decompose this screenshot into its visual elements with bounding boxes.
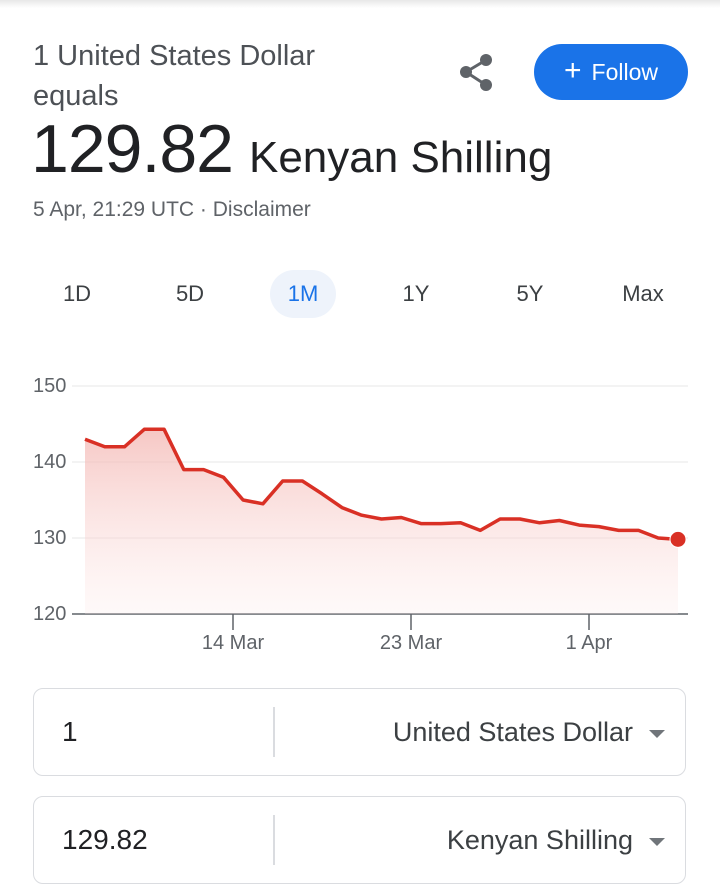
dropdown-caret-icon[interactable] (649, 838, 665, 846)
y-tick-label: 120 (33, 603, 66, 625)
equals-label: 1 United States Dollar equals (33, 40, 316, 112)
meta-separator: · (194, 198, 213, 221)
tab-1m[interactable]: 1M (270, 270, 336, 318)
y-tick-label: 140 (33, 451, 66, 473)
tab-5d[interactable]: 5D (157, 270, 223, 318)
to-currency-select[interactable]: Kenyan Shilling (447, 797, 633, 883)
field-divider (273, 707, 275, 757)
from-currency-field: 1 United States Dollar (33, 688, 686, 776)
tab-max[interactable]: Max (610, 270, 676, 318)
plus-icon: + (564, 53, 582, 87)
to-amount-input[interactable]: 129.82 (62, 797, 148, 883)
to-currency-field: 129.82 Kenyan Shilling (33, 796, 686, 884)
top-divider (0, 0, 720, 8)
disclaimer-link[interactable]: Disclaimer (213, 198, 311, 221)
from-amount-input[interactable]: 1 (62, 689, 78, 775)
tab-5y[interactable]: 5Y (497, 270, 563, 318)
share-icon[interactable] (456, 50, 502, 96)
x-tick-label: 23 Mar (380, 632, 443, 654)
timestamp: 5 Apr, 21:29 UTC (33, 198, 195, 221)
target-currency-name: Kenyan Shilling (248, 133, 553, 182)
y-tick-label: 150 (33, 375, 66, 397)
from-currency-select[interactable]: United States Dollar (393, 689, 633, 775)
dropdown-caret-icon[interactable] (649, 730, 665, 738)
follow-button[interactable]: + Follow (534, 44, 688, 100)
tab-1d[interactable]: 1D (44, 270, 110, 318)
rate-display: 129.82 Kenyan Shilling (31, 110, 552, 188)
chart-area-fill (85, 429, 678, 614)
tab-1y[interactable]: 1Y (383, 270, 449, 318)
x-tick-label: 14 Mar (202, 632, 265, 654)
rate-value: 129.82 (31, 111, 234, 187)
price-chart[interactable]: 150 140 130 120 14 Mar 23 Mar 1 Apr (0, 360, 720, 660)
chart-last-point (669, 530, 687, 548)
field-divider (273, 815, 275, 865)
y-tick-label: 130 (33, 527, 66, 549)
range-tabs: 1D 5D 1M 1Y 5Y Max (0, 270, 720, 320)
chart-axis: 14 Mar 23 Mar 1 Apr (202, 614, 613, 654)
x-tick-label: 1 Apr (566, 632, 613, 654)
follow-label: Follow (591, 58, 658, 85)
timestamp-line: 5 Apr, 21:29 UTC · Disclaimer (33, 198, 311, 222)
